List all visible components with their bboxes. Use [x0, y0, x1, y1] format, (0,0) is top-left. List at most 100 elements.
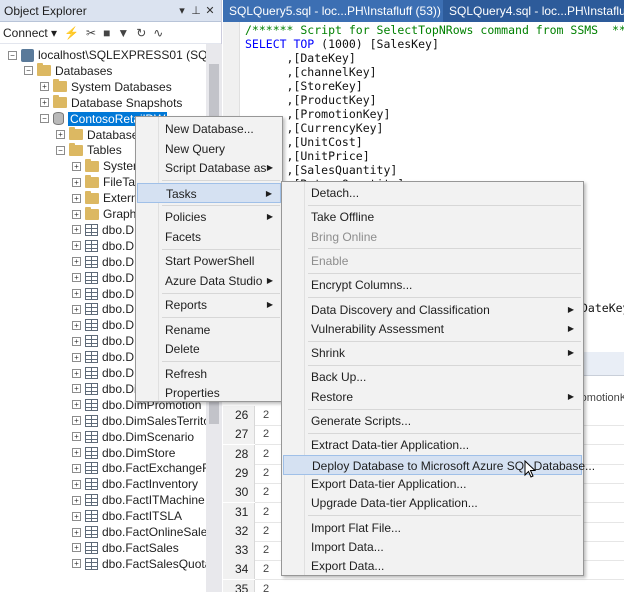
menu-separator	[162, 361, 280, 362]
row-number: 32	[223, 521, 255, 541]
tab-sqlquery4[interactable]: SQLQuery4.sql - loc...PH\Instafluff (5	[443, 0, 624, 22]
menu-item-label: Properties	[165, 386, 220, 400]
expand-icon[interactable]: +	[72, 177, 81, 187]
expand-icon[interactable]: +	[72, 241, 81, 251]
code-line: ,[DateKey]	[245, 51, 356, 65]
expand-icon[interactable]: +	[72, 527, 81, 537]
menu-item-shrink[interactable]: Shrink ▶	[283, 343, 582, 363]
expand-icon[interactable]: +	[72, 289, 81, 298]
expand-icon[interactable]: +	[72, 543, 81, 553]
menu-item-upgrade-data-tier-application[interactable]: Upgrade Data-tier Application...	[283, 493, 582, 513]
expand-icon[interactable]: +	[72, 336, 81, 346]
menu-item-new-database[interactable]: New Database...	[137, 119, 281, 139]
menu-item-start-powershell[interactable]: Start PowerShell	[137, 251, 281, 271]
expand-icon[interactable]: +	[72, 400, 81, 410]
menu-item-refresh[interactable]: Refresh	[137, 364, 281, 384]
folder-icon	[85, 190, 99, 204]
collapse-icon[interactable]: −	[24, 66, 33, 76]
menu-item-extract-data-tier-application[interactable]: Extract Data-tier Application...	[283, 435, 582, 455]
expand-icon[interactable]: +	[72, 416, 81, 426]
expand-icon[interactable]: +	[72, 479, 81, 489]
menu-item-rename[interactable]: Rename	[137, 320, 281, 340]
menu-item-tasks[interactable]: Tasks ▶	[137, 182, 281, 203]
expand-icon[interactable]: +	[40, 82, 49, 92]
filter-icon[interactable]: ▼	[117, 26, 129, 40]
menu-item-reports[interactable]: Reports ▶	[137, 295, 281, 315]
expand-icon[interactable]: +	[72, 384, 81, 394]
row-number: 27	[223, 425, 255, 445]
tree-node-label: System Databases	[71, 79, 172, 94]
expand-icon[interactable]: +	[72, 257, 81, 267]
menu-item-take-offline[interactable]: Take Offline	[283, 207, 582, 227]
dropdown-icon[interactable]: ▾	[175, 4, 189, 17]
menu-item-label: Extract Data-tier Application...	[311, 438, 470, 453]
menu-item-export-data[interactable]: Export Data...	[283, 556, 582, 576]
menu-item-policies[interactable]: Policies ▶	[137, 207, 281, 227]
menu-item-label: Deploy Database to Microsoft Azure SQL D…	[312, 458, 596, 473]
menu-item-bring-online[interactable]: Bring Online	[283, 227, 582, 247]
menu-item-delete[interactable]: Delete	[137, 339, 281, 359]
menu-item-back-up[interactable]: Back Up...	[283, 367, 582, 387]
expand-icon[interactable]: +	[72, 193, 81, 203]
disconnect-icon[interactable]: ✂	[86, 26, 96, 40]
tree-node[interactable]: + dbo.FactSalesQuota	[72, 555, 206, 573]
expand-icon[interactable]: +	[72, 495, 81, 505]
menu-item-detach[interactable]: Detach...	[283, 183, 582, 203]
tab-sqlquery5[interactable]: SQLQuery5.sql - loc...PH\Instafluff (53)…	[223, 0, 443, 22]
result-cell: 2	[263, 409, 270, 421]
table-icon	[85, 526, 98, 538]
menu-item-facets[interactable]: Facets	[137, 227, 281, 247]
menu-item-export-data-tier-application[interactable]: Export Data-tier Application...	[283, 474, 582, 494]
menu-item-azure-data-studio[interactable]: Azure Data Studio ▶	[137, 271, 281, 291]
table-icon	[85, 382, 98, 395]
expand-icon[interactable]: +	[72, 209, 81, 219]
menu-separator	[162, 204, 280, 206]
table-icon	[85, 319, 98, 332]
row-divider	[255, 579, 624, 581]
expand-icon[interactable]: +	[72, 368, 81, 378]
menu-item-deploy-database-to-microsoft-azure-sql-database[interactable]: Deploy Database to Microsoft Azure SQL D…	[283, 454, 595, 475]
menu-item-encrypt-columns[interactable]: Encrypt Columns...	[283, 275, 582, 295]
menu-item-new-query[interactable]: New Query	[137, 139, 281, 159]
connect-icon[interactable]: ⚡	[64, 26, 79, 40]
collapse-icon[interactable]: −	[8, 50, 17, 60]
stop-icon[interactable]: ■	[103, 26, 110, 40]
connect-button[interactable]: Connect ▾	[3, 26, 57, 40]
menu-item-generate-scripts[interactable]: Generate Scripts...	[283, 411, 582, 431]
expand-icon[interactable]: +	[72, 225, 81, 235]
menu-item-script-database-as[interactable]: Script Database as ▶	[137, 158, 281, 178]
expand-icon[interactable]: +	[56, 130, 65, 139]
expand-icon[interactable]: +	[72, 304, 81, 314]
menu-item-import-flat-file[interactable]: Import Flat File...	[283, 518, 582, 538]
expand-icon[interactable]: +	[72, 448, 81, 457]
close-icon[interactable]: ✕	[203, 4, 217, 17]
expand-icon[interactable]: +	[40, 98, 49, 108]
tree-node-label: dbo.D	[102, 222, 135, 237]
collapse-icon[interactable]: −	[56, 145, 65, 155]
menu-item-import-data[interactable]: Import Data...	[283, 537, 582, 557]
menu-item-vulnerability-assessment[interactable]: Vulnerability Assessment ▶	[283, 319, 582, 339]
expand-icon[interactable]: +	[72, 559, 81, 569]
menu-separator	[308, 297, 581, 298]
menu-item-properties[interactable]: Properties	[137, 383, 281, 403]
table-icon	[85, 462, 98, 475]
result-cell: 2	[263, 486, 270, 499]
menu-item-label: Vulnerability Assessment	[311, 321, 444, 336]
menu-item-enable[interactable]: Enable	[283, 251, 582, 271]
expand-icon[interactable]: +	[72, 432, 81, 442]
expand-icon[interactable]: +	[72, 352, 81, 362]
expand-icon[interactable]: +	[72, 161, 81, 171]
result-cell: 2	[263, 466, 270, 479]
refresh-icon[interactable]: ↻	[136, 26, 146, 40]
menu-item-data-discovery-and-classification[interactable]: Data Discovery and Classification ▶	[283, 300, 582, 320]
expand-icon[interactable]: +	[72, 511, 81, 521]
code-keyword: SELECT TOP	[245, 37, 322, 51]
row-number: 28	[223, 444, 255, 464]
expand-icon[interactable]: +	[72, 320, 81, 330]
menu-item-restore[interactable]: Restore ▶	[283, 387, 582, 407]
pin-icon[interactable]: ⊥	[189, 4, 203, 17]
expand-icon[interactable]: +	[72, 273, 81, 283]
activity-monitor-icon[interactable]: ∿	[153, 26, 163, 40]
expand-icon[interactable]: +	[72, 463, 81, 473]
collapse-icon[interactable]: −	[40, 114, 49, 124]
